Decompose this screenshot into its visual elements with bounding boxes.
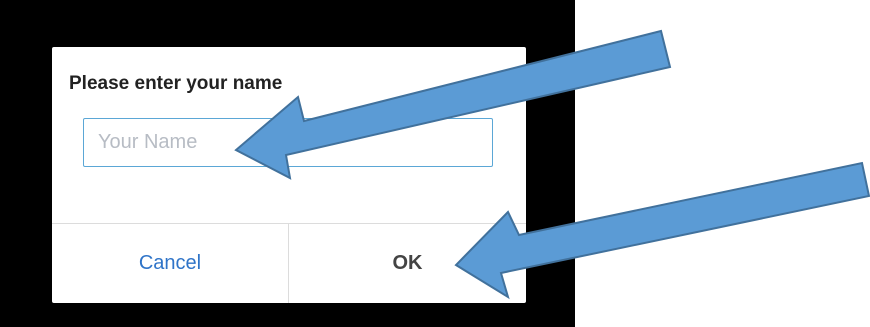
ok-button[interactable]: OK <box>289 224 526 303</box>
screenshot-stage: Please enter your name Cancel OK <box>0 0 870 327</box>
device-screen: Please enter your name Cancel OK <box>0 0 575 327</box>
dialog-title: Please enter your name <box>69 73 283 94</box>
name-input[interactable] <box>83 118 493 167</box>
cancel-button[interactable]: Cancel <box>52 224 288 303</box>
name-dialog: Please enter your name Cancel OK <box>52 47 526 303</box>
